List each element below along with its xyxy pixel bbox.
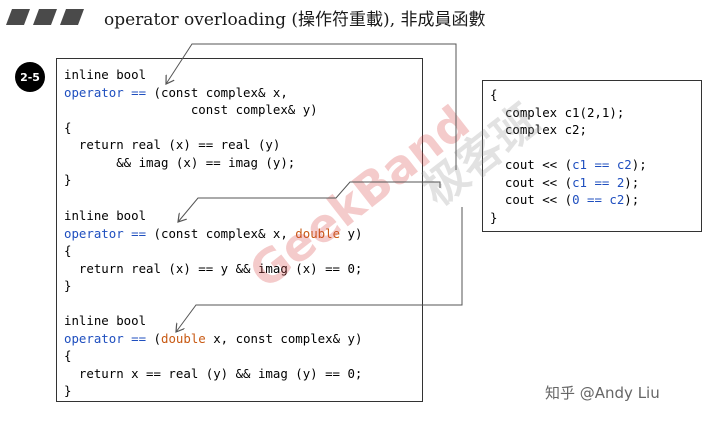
left-code-panel: inline bool operator == (const complex& x… — [56, 58, 423, 402]
code-line: { — [64, 242, 362, 260]
code-keyword: operator — [64, 84, 124, 100]
code-text: } — [64, 172, 72, 187]
author-credit: 知乎 @Andy Liu — [545, 384, 660, 402]
code-keyword: 0 == c2 — [572, 192, 625, 207]
code-line: } — [490, 209, 647, 227]
code-text: ( — [146, 330, 161, 346]
code-type: double — [161, 330, 206, 346]
code-text: return x == real (y) && imag (y) == 0; — [64, 365, 363, 381]
code-text: ); — [624, 174, 640, 190]
code-text: complex c1(2,1); — [490, 104, 625, 120]
code-keyword: == — [131, 225, 147, 241]
code-text: inline bool — [64, 208, 147, 223]
code-text: x, const complex& y) — [205, 330, 363, 346]
code-text: cout << ( — [490, 157, 573, 172]
code-line: inline bool — [64, 207, 362, 225]
code-type: double — [295, 225, 341, 241]
code-line: return real (x) == real (y) — [64, 136, 318, 154]
code-text: (const complex& x, — [146, 84, 288, 100]
code-line: return x == real (y) && imag (y) == 0; — [64, 365, 363, 383]
code-text: inline bool — [64, 67, 147, 82]
code-line: && imag (x) == imag (y); — [64, 154, 318, 172]
code-text: ); — [631, 157, 647, 172]
code-line: complex c2; — [490, 121, 647, 139]
usage-code-panel: { complex c1(2,1); complex c2; cout << (… — [482, 80, 702, 232]
code-line: inline bool — [64, 66, 318, 84]
code-text: cout << ( — [490, 192, 573, 207]
code-text: { — [490, 87, 498, 102]
code-text: { — [64, 119, 72, 135]
overload-block-3: inline bool operator == (double x, const … — [64, 312, 362, 400]
slide-title: operator overloading (操作符重載), 非成員函數 — [104, 10, 486, 30]
code-line: complex c1(2,1); — [490, 104, 647, 122]
code-line: operator == (double x, const complex& y) — [64, 330, 362, 348]
code-line: cout << (0 == c2); — [490, 191, 647, 209]
code-text: } — [490, 209, 498, 225]
code-line: { — [490, 86, 647, 104]
code-line: cout << (c1 == 2); — [490, 174, 647, 192]
code-line: } — [64, 277, 362, 295]
header-bars-decoration — [6, 9, 84, 25]
code-line: } — [64, 171, 318, 189]
code-text: { — [64, 243, 72, 258]
code-text: { — [64, 348, 72, 363]
code-line: { — [64, 119, 318, 137]
code-line: operator == (const complex& x, — [64, 84, 318, 102]
code-text: complex c2; — [490, 122, 587, 137]
code-text: && imag (x) == imag (y); — [64, 154, 296, 170]
code-keyword: operator — [64, 330, 124, 346]
code-line: cout << (c1 == c2); — [490, 156, 647, 174]
code-text: } — [64, 383, 72, 398]
code-text: } — [64, 278, 72, 293]
code-line: operator == (const complex& x, double y) — [64, 225, 362, 243]
code-text: return real (x) == real (y) — [64, 137, 281, 152]
code-line: inline bool — [64, 312, 362, 330]
code-text: inline bool — [64, 313, 147, 328]
code-text: y) — [340, 225, 363, 241]
code-keyword: operator — [64, 225, 124, 241]
code-line: { — [64, 347, 362, 365]
code-keyword: == — [131, 330, 147, 346]
code-line: } — [64, 382, 362, 400]
overload-block-2: inline bool operator == (const complex& x… — [64, 207, 362, 295]
overload-block-1: inline bool operator == (const complex& x… — [64, 66, 318, 189]
code-text: (const complex& x, — [146, 225, 296, 241]
usage-code: { complex c1(2,1); complex c2; cout << (… — [490, 86, 647, 226]
code-keyword: c1 == 2 — [572, 174, 625, 190]
code-text: ); — [624, 192, 640, 207]
code-text: return real (x) == y && imag (x) == 0; — [64, 260, 363, 276]
code-text: const complex& y) — [64, 102, 318, 117]
code-text: cout << ( — [490, 174, 573, 190]
code-keyword: c1 == c2 — [572, 157, 632, 172]
section-badge: 2-5 — [15, 62, 45, 92]
code-keyword: == — [131, 84, 147, 100]
code-line: const complex& y) — [64, 101, 318, 119]
code-line: return real (x) == y && imag (x) == 0; — [64, 260, 363, 278]
